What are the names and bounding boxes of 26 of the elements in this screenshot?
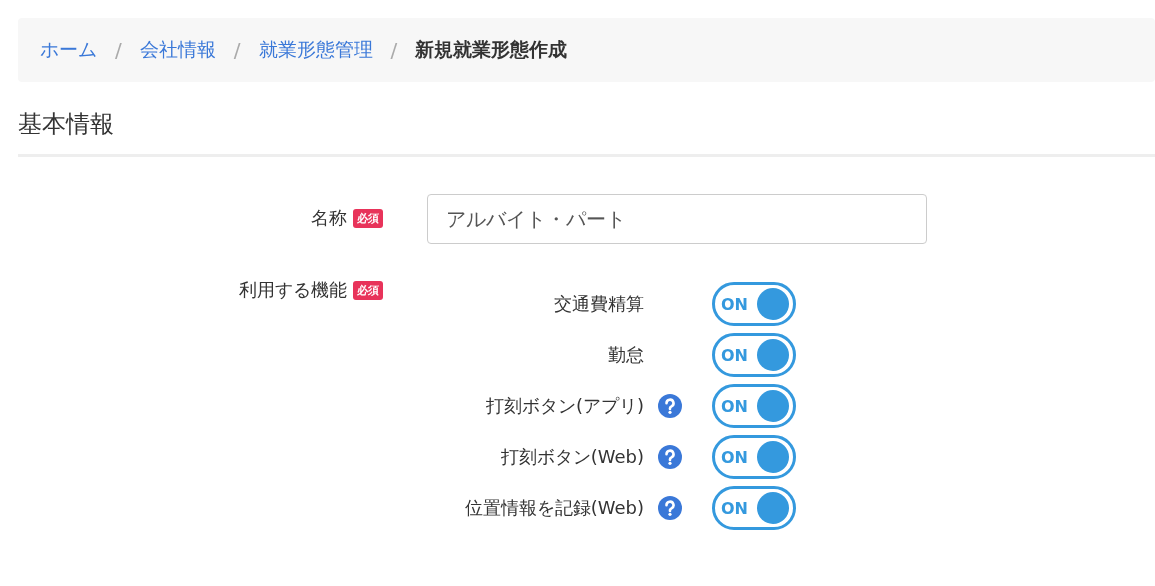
breadcrumb-link[interactable]: ホーム [40,37,97,63]
breadcrumb-separator: / [233,38,241,62]
breadcrumb-separator: / [115,38,122,62]
help-icon[interactable] [658,496,682,520]
feature-label: 交通費精算 [554,292,644,316]
feature-label: 打刻ボタン(アプリ) [485,394,644,418]
help-icon[interactable] [658,394,682,418]
toggle-switch[interactable]: ON [712,384,796,428]
toggle-switch[interactable]: ON [712,333,796,377]
required-badge: 必須 [353,280,383,300]
toggle-switch[interactable]: ON [712,282,796,326]
field-label: 名称 [311,206,347,230]
toggle-switch[interactable]: ON [712,486,796,530]
feature-label: 位置情報を記録(Web) [464,496,644,520]
field-label: 利用する機能 [239,278,347,302]
name-input-field[interactable]: アルバイト・パート [427,194,927,244]
breadcrumb-current: 新規就業形態作成 [415,37,568,62]
breadcrumb-link[interactable]: 会社情報 [139,37,216,63]
breadcrumb-separator: / [390,38,398,62]
feature-label: 打刻ボタン(Web) [500,445,644,469]
section-title: 基本情報 [18,82,1155,157]
help-icon[interactable] [658,445,682,469]
feature-label: 勤怠 [608,343,644,367]
toggle-switch[interactable]: ON [712,435,796,479]
required-badge: 必須 [353,208,383,228]
breadcrumb-link[interactable]: 就業形態管理 [258,37,373,63]
